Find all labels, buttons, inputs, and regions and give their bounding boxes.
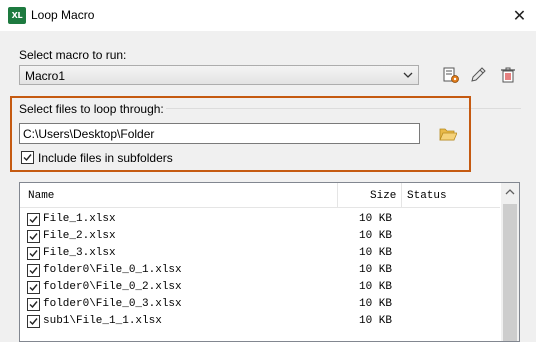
macro-dropdown[interactable]: Macro1 <box>19 65 419 85</box>
column-header-name[interactable]: Name <box>28 190 54 202</box>
chevron-down-icon <box>403 72 413 78</box>
column-divider[interactable] <box>337 183 338 207</box>
title-bar: XL Loop Macro ✕ <box>0 0 536 31</box>
chevron-up-icon[interactable] <box>504 188 516 196</box>
window-title: Loop Macro <box>31 8 95 22</box>
macro-dropdown-value: Macro1 <box>25 69 66 83</box>
delete-trash-icon[interactable] <box>499 66 517 84</box>
row-checkbox[interactable] <box>27 298 40 311</box>
file-name: File_1.xlsx <box>43 213 116 225</box>
include-subfolders-label: Include files in subfolders <box>38 151 173 165</box>
folder-path-value: C:\Users\Desktop\Folder <box>23 127 155 141</box>
row-checkbox[interactable] <box>27 264 40 277</box>
file-size: 10 KB <box>358 298 392 310</box>
list-header: Name Size Status <box>20 183 500 208</box>
file-size: 10 KB <box>358 264 392 276</box>
file-size: 10 KB <box>358 315 392 327</box>
file-name: File_2.xlsx <box>43 230 116 242</box>
folder-path-input[interactable]: C:\Users\Desktop\Folder <box>19 123 420 144</box>
table-row[interactable]: File_3.xlsx 10 KB <box>20 245 500 262</box>
file-name: folder0\File_0_2.xlsx <box>43 281 182 293</box>
edit-pencil-icon[interactable] <box>469 66 487 84</box>
run-settings-icon[interactable] <box>442 66 460 84</box>
table-row[interactable]: folder0\File_0_1.xlsx 10 KB <box>20 262 500 279</box>
file-name: sub1\File_1_1.xlsx <box>43 315 162 327</box>
table-row[interactable]: File_1.xlsx 10 KB <box>20 211 500 228</box>
row-checkbox[interactable] <box>27 315 40 328</box>
scrollbar-thumb[interactable] <box>503 204 517 341</box>
file-name: folder0\File_0_1.xlsx <box>43 264 182 276</box>
column-divider[interactable] <box>401 183 402 207</box>
table-row[interactable]: File_2.xlsx 10 KB <box>20 228 500 245</box>
macro-label: Select macro to run: <box>19 48 127 62</box>
file-size: 10 KB <box>358 247 392 259</box>
table-row[interactable]: folder0\File_0_3.xlsx 10 KB <box>20 296 500 313</box>
files-group-label: Select files to loop through: <box>19 102 164 116</box>
folder-open-icon[interactable] <box>439 125 457 143</box>
column-header-size[interactable]: Size <box>370 190 396 202</box>
column-header-status[interactable]: Status <box>407 190 447 202</box>
file-name: File_3.xlsx <box>43 247 116 259</box>
file-size: 10 KB <box>358 281 392 293</box>
file-size: 10 KB <box>358 213 392 225</box>
table-row[interactable]: sub1\File_1_1.xlsx 10 KB <box>20 313 500 330</box>
row-checkbox[interactable] <box>27 281 40 294</box>
table-row[interactable]: folder0\File_0_2.xlsx 10 KB <box>20 279 500 296</box>
file-size: 10 KB <box>358 230 392 242</box>
close-button[interactable]: ✕ <box>503 0 536 31</box>
row-checkbox[interactable] <box>27 230 40 243</box>
include-subfolders-checkbox[interactable] <box>21 151 34 164</box>
file-name: folder0\File_0_3.xlsx <box>43 298 182 310</box>
row-checkbox[interactable] <box>27 213 40 226</box>
excel-app-icon: XL <box>8 7 26 24</box>
files-list[interactable]: Name Size Status File_1.xlsx 10 KB File_… <box>19 182 520 342</box>
row-checkbox[interactable] <box>27 247 40 260</box>
